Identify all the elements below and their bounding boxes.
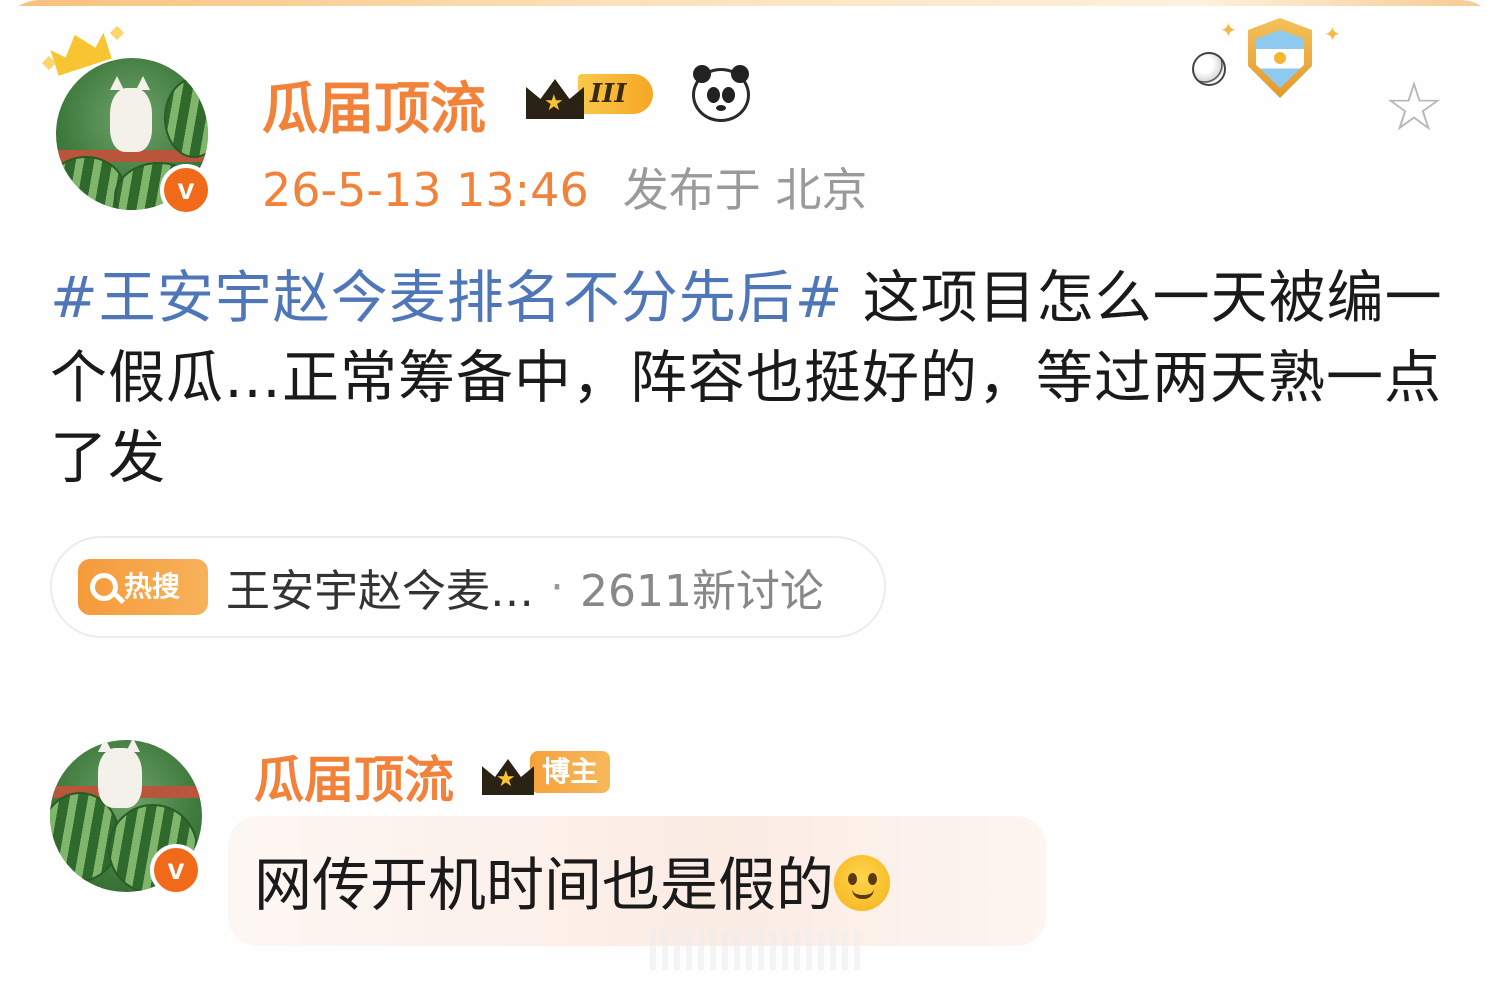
vip-badge[interactable]: ★ III	[524, 68, 653, 120]
avatar-cat	[110, 88, 152, 152]
card-top-gradient	[0, 0, 1500, 6]
vip-level-label: III	[578, 74, 653, 114]
wink-emoji-icon	[834, 855, 891, 911]
avatar-cat-ear	[136, 76, 150, 90]
blogger-tag: 博主	[530, 751, 611, 793]
author-avatar[interactable]: v	[56, 58, 212, 216]
avatar-cat-ear	[110, 76, 124, 90]
search-icon	[90, 573, 118, 601]
verified-icon: v	[160, 164, 212, 216]
blogger-badge: ★ 博主	[480, 748, 611, 796]
football-icon	[1192, 52, 1226, 86]
weibo-post-card: v 瓜届顶流 ★ III 26-5-13 13:46 发布于 北京 ✦ ✦ ☆ #…	[0, 0, 1500, 989]
sparkle-icon: ✦	[1324, 22, 1341, 46]
verified-icon: v	[150, 844, 202, 896]
sparkle-icon: ✦	[1220, 18, 1237, 42]
hot-search-label: 热搜	[78, 559, 208, 615]
panda-icon	[692, 65, 750, 122]
post-location: 发布于 北京	[622, 163, 868, 217]
reply-text-row: 网传开机时间也是假的	[254, 838, 891, 922]
reply-author-avatar[interactable]: v	[50, 740, 202, 896]
avatar-cat-ear	[126, 740, 140, 752]
hot-search-label-text: 热搜	[124, 570, 181, 603]
loading-dots	[650, 930, 860, 970]
avatar-watermelon	[164, 78, 208, 158]
star-outline-icon[interactable]: ☆	[1380, 74, 1448, 142]
hot-search-separator: ·	[550, 561, 564, 613]
hot-search-title: 王安宇赵今麦…	[226, 566, 534, 617]
hot-search-chip[interactable]: 热搜 王安宇赵今麦… · 2611新讨论	[50, 536, 886, 638]
sun-emblem	[1274, 52, 1286, 64]
reply-text: 网传开机时间也是假的	[254, 851, 835, 919]
post-body: #王安宇赵今麦排名不分先后# 这项目怎么一天被编一个假瓜…正常筹备中，阵容也挺好…	[50, 258, 1460, 498]
crown-sparkle	[109, 25, 125, 41]
post-hashtag[interactable]: #王安宇赵今麦排名不分先后#	[50, 265, 844, 331]
avatar-cat-ear	[98, 740, 112, 752]
vip-crown-icon: ★	[480, 749, 536, 795]
avatar-cat	[98, 748, 142, 808]
reply-author-name[interactable]: 瓜届顶流	[254, 740, 454, 812]
vip-crown-icon: ★	[524, 69, 586, 119]
author-name[interactable]: 瓜届顶流	[262, 64, 486, 145]
hot-search-count: 2611新讨论	[580, 566, 824, 617]
argentina-trophy-icon[interactable]: ✦ ✦	[1190, 12, 1350, 112]
post-timestamp: 26-5-13 13:46	[262, 163, 589, 217]
post-meta: 26-5-13 13:46 发布于 北京	[262, 154, 867, 220]
